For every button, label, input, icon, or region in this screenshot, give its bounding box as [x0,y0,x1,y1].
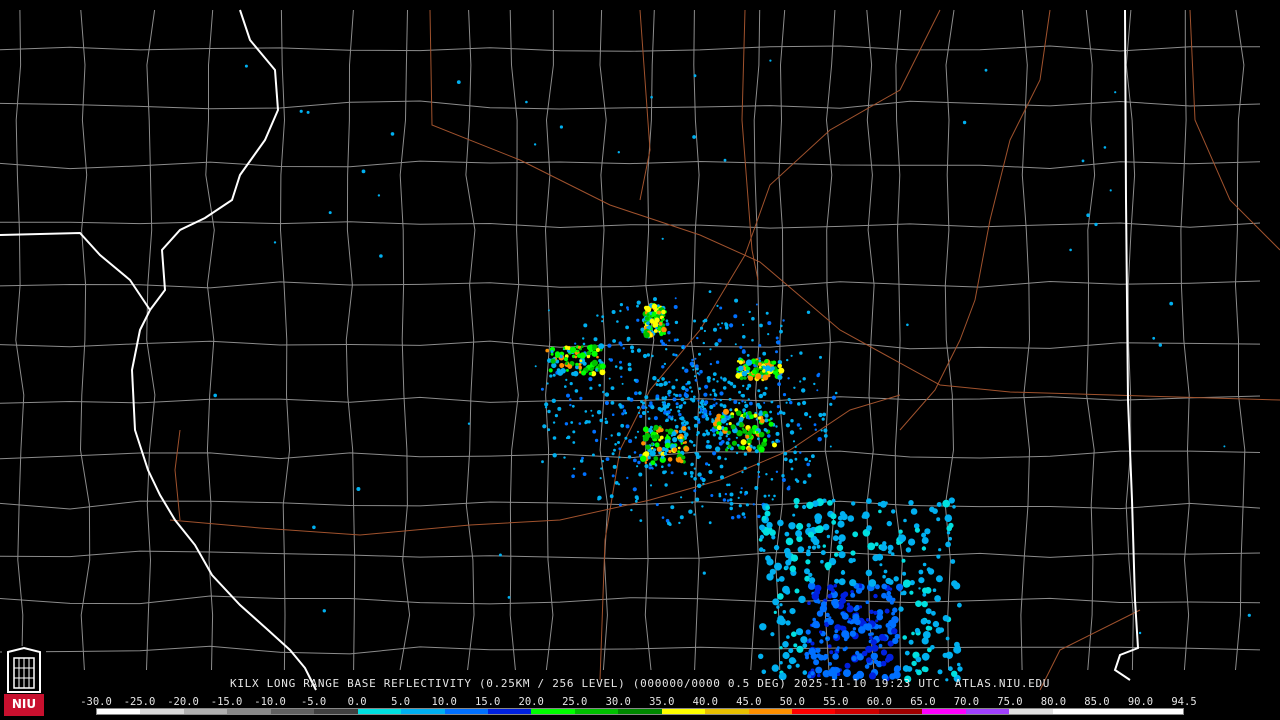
color-scale-labels: -30.0 -25.0 -20.0 -15.0 -10.0 -5.0 0.0 5.0 10.0 1… [80,696,1197,708]
scale-swatch [792,709,836,714]
scale-swatch [965,709,1010,714]
scale-swatch [97,709,141,714]
scale-tick-label: 70.0 [953,696,980,708]
scale-tick-label: 80.0 [1040,696,1067,708]
scale-tick-label: -10.0 [254,696,286,708]
scale-swatch [270,709,315,714]
scale-swatch [227,709,271,714]
scale-tick-label: 45.0 [736,696,762,708]
scale-tick-label: 0.0 [347,696,367,708]
scale-swatch [574,709,619,714]
scale-tick-label: 90.0 [1127,696,1154,708]
scale-tick-label: 10.0 [431,696,457,708]
scale-swatch [357,709,402,714]
scale-tick-label: 40.0 [692,696,718,708]
scale-tick-label: -5.0 [300,696,327,708]
scale-swatch [618,709,662,714]
scale-tick-label: 5.0 [391,696,411,708]
scale-swatch [1096,709,1140,714]
scale-tick-label: -30.0 [80,696,112,708]
scale-swatch [835,709,879,714]
scale-tick-label: 60.0 [866,696,893,708]
scale-tick-label: 30.0 [605,696,631,708]
scale-swatch [705,709,749,714]
scale-swatch [183,709,228,714]
niu-logo-text: NIU [11,697,37,711]
scale-tick-label: 85.0 [1084,696,1110,708]
scale-swatch [314,709,358,714]
scale-tick-label: 55.0 [823,696,849,708]
scale-swatch [487,709,532,714]
scale-swatch [922,709,966,714]
scale-tick-label: 50.0 [779,696,805,708]
scale-swatch [140,709,184,714]
scale-swatch [1139,709,1183,714]
scale-tick-label: 75.0 [997,696,1023,708]
scale-swatch [661,709,706,714]
scale-swatch [444,709,488,714]
scale-tick-label: 20.0 [518,696,544,708]
scale-swatch [1009,709,1053,714]
scale-tick-label: 25.0 [562,696,588,708]
scale-swatch [878,709,923,714]
scale-tick-label: 15.0 [475,696,501,708]
radar-map [0,0,1280,720]
scale-swatch [401,709,445,714]
scale-tick-label: 35.0 [649,696,675,708]
scale-tick-label: -15.0 [210,696,243,708]
scale-tick-label: 65.0 [910,696,936,708]
scale-swatch [748,709,792,714]
scale-tick-label: 94.5 [1171,696,1197,708]
scale-tick-label: -20.0 [167,696,199,708]
product-caption: KILX LONG RANGE BASE REFLECTIVITY (0.25K… [230,677,1051,690]
scale-swatch [1052,709,1097,714]
scale-swatch [531,709,575,714]
color-scale-bar [96,708,1184,715]
scale-tick-label: -25.0 [123,696,156,708]
